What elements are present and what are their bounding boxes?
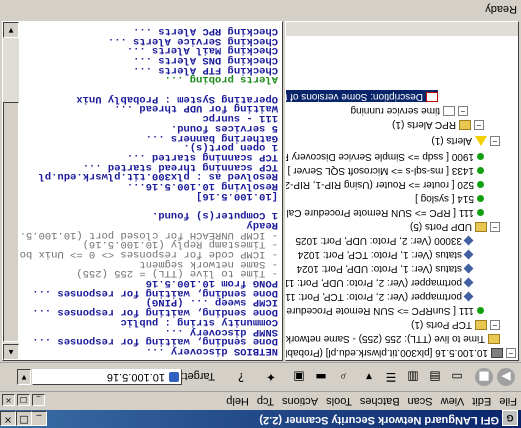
- network-icon[interactable]: ▣: [289, 367, 309, 387]
- log-line: - ICMP UNREACH for closed port (10.100.5…: [2, 228, 278, 241]
- tree-rpc-alerts[interactable]: −RPC Alerts (1): [392, 118, 484, 130]
- tree-alert-item[interactable]: −time service running: [351, 104, 468, 116]
- window-title: GFI LANguard Network Security Scanner (2…: [259, 414, 499, 426]
- target-label: Target:: [181, 370, 215, 382]
- description-icon: [426, 91, 438, 102]
- monitor-icon[interactable]: ▬: [311, 367, 331, 387]
- alert-page-icon: [443, 105, 455, 116]
- rpc-icon: [463, 249, 474, 260]
- list-icon[interactable]: ☰: [381, 367, 401, 387]
- port-open-icon: [477, 307, 484, 315]
- tree-port-item[interactable]: 1433 [ ms-sql-s => Microsoft SQL Server …: [288, 164, 484, 176]
- collapse-icon[interactable]: −: [490, 221, 500, 232]
- menu-bar: FileEditViewScanBatchesToolsActionsTcpHe…: [0, 391, 521, 410]
- wizard-icon[interactable]: ✦: [261, 367, 281, 387]
- scan-icon[interactable]: ⌕: [333, 367, 353, 387]
- folder-icon: [475, 221, 487, 232]
- computer-icon: [491, 347, 503, 358]
- target-value: 10.100.5.16: [106, 371, 165, 383]
- app-window: G GFI LANguard Network Security Scanner …: [0, 0, 521, 428]
- log-line: Operating System : Probably Unix: [76, 92, 278, 105]
- tree-description[interactable]: Description: Some versions of this servi…: [285, 90, 438, 102]
- tree-port-item[interactable]: 520 [ router => Router (Using RIP-1, RIP…: [285, 178, 484, 190]
- save-icon[interactable]: ▤: [425, 367, 445, 387]
- results-tree[interactable]: −10.100.5.16 [plx300.tit.plwsrk.edu.pl] …: [285, 21, 519, 361]
- maximize-button[interactable]: □: [16, 411, 32, 426]
- target-input[interactable]: 10.100.5.16: [32, 369, 182, 385]
- tree-tcp-ports[interactable]: −TCP Ports (1): [411, 318, 500, 330]
- rpc-icon: [463, 263, 474, 274]
- port-open-icon: [477, 181, 484, 189]
- menu-batches[interactable]: Batches: [356, 395, 404, 410]
- log-line: Checking RPC Alerts ...: [133, 24, 278, 37]
- menu-tools[interactable]: Tools: [322, 395, 356, 410]
- scan-log[interactable]: NETBIOS discovery ... Done sending, waiti…: [2, 21, 283, 361]
- open-icon[interactable]: ▭: [447, 367, 467, 387]
- tree-port-item[interactable]: 514 [ syslog ]: [415, 192, 484, 204]
- rpc-icon: [463, 235, 474, 246]
- tree-alerts[interactable]: −Alerts (1): [431, 134, 500, 146]
- scroll-down-button[interactable]: ▼: [3, 22, 19, 38]
- mdi-close-button[interactable]: ×: [2, 394, 15, 406]
- menu-view[interactable]: View: [437, 395, 469, 410]
- collapse-icon[interactable]: −: [506, 347, 516, 358]
- tree-port-item[interactable]: 111 [ RPC => SUN Remote Procedure Call ]: [285, 206, 484, 218]
- collapse-icon[interactable]: −: [490, 319, 500, 330]
- help-icon[interactable]: ?: [231, 367, 251, 387]
- filter-icon[interactable]: ▾: [359, 367, 379, 387]
- app-icon: G: [502, 410, 518, 426]
- menu-help[interactable]: Help: [222, 395, 253, 410]
- stop-icon[interactable]: ■: [475, 368, 493, 386]
- menu-edit[interactable]: Edit: [468, 395, 495, 410]
- tree-port-item[interactable]: 1900 [ ssdp => Simple Service Discovery …: [285, 150, 484, 162]
- resize-grip-icon[interactable]: [2, 3, 14, 15]
- port-open-icon: [477, 209, 484, 217]
- tree-tcp-item[interactable]: 111 [ SunRPC => SUN Remote Procedure Cal…: [285, 304, 484, 316]
- play-icon[interactable]: ▶: [497, 368, 515, 386]
- menu-tcp[interactable]: Tcp: [253, 395, 278, 410]
- status-bar: Ready: [0, 0, 521, 18]
- tree-udp-item[interactable]: status (Ver: 1, Proto: UDP, Port: 1024: [297, 262, 474, 274]
- toolbar: ▶ ■ ▭ ▤ ▥ ☰ ▾ ⌕ ▬ ▣ ✦ ? Target: 10.100.5…: [0, 362, 521, 391]
- log-line: 1 Computer(s) found.: [151, 209, 278, 222]
- rpc-icon: [463, 277, 474, 288]
- tree-udp-item[interactable]: status (Ver: 1, Proto: TCP, Port: 1024: [298, 248, 474, 260]
- tree-root[interactable]: −10.100.5.16 [plx300.tit.plwsrk.edu.pl] …: [285, 346, 516, 358]
- collapse-icon[interactable]: −: [458, 105, 468, 116]
- computer-icon: [169, 372, 179, 382]
- menu-scan[interactable]: Scan: [404, 395, 437, 410]
- tree-udp-item[interactable]: 33000 (Ver: 2, Proto: UDP, Port: 1025: [295, 234, 474, 246]
- tree-udp-item[interactable]: portmapper (Ver: 2, Proto: UDP, Port: 11…: [285, 276, 474, 288]
- title-bar: G GFI LANguard Network Security Scanner …: [0, 410, 521, 428]
- port-open-icon: [477, 195, 484, 203]
- collapse-icon[interactable]: −: [474, 119, 484, 130]
- mdi-minimize-button[interactable]: _: [32, 394, 45, 406]
- rpc-icon: [463, 291, 474, 302]
- close-button[interactable]: ×: [0, 411, 16, 426]
- folder-icon: [475, 319, 487, 330]
- tree-horizontal-scrollbar[interactable]: [286, 22, 518, 36]
- tree-udp-item[interactable]: portmapper (Ver: 2, Proto: TCP, Port: 11…: [285, 290, 474, 302]
- port-open-icon: [477, 153, 484, 161]
- scroll-up-button[interactable]: ▲: [3, 344, 19, 360]
- mdi-restore-button[interactable]: □: [17, 394, 30, 406]
- scroll-thumb[interactable]: [3, 102, 19, 342]
- tree-udp-ports[interactable]: −UDP Ports (5): [410, 220, 500, 232]
- report-icon[interactable]: ▥: [403, 367, 423, 387]
- folder-icon: [459, 119, 471, 130]
- collapse-icon[interactable]: −: [490, 135, 500, 146]
- log-vertical-scrollbar[interactable]: ▲ ▼: [3, 22, 19, 360]
- minimize-button[interactable]: _: [31, 411, 47, 426]
- menu-file[interactable]: File: [495, 395, 521, 410]
- menu-actions[interactable]: Actions: [278, 395, 322, 410]
- status-text: Ready: [485, 3, 517, 15]
- tree-ttl[interactable]: Time to live (TTL): 255 (255) - Same net…: [285, 332, 500, 344]
- port-open-icon: [477, 167, 484, 175]
- warning-icon: [475, 135, 487, 146]
- target-dropdown-button[interactable]: ▼: [17, 369, 31, 385]
- info-icon: [488, 333, 500, 344]
- mdi-controls: _□×: [2, 394, 47, 407]
